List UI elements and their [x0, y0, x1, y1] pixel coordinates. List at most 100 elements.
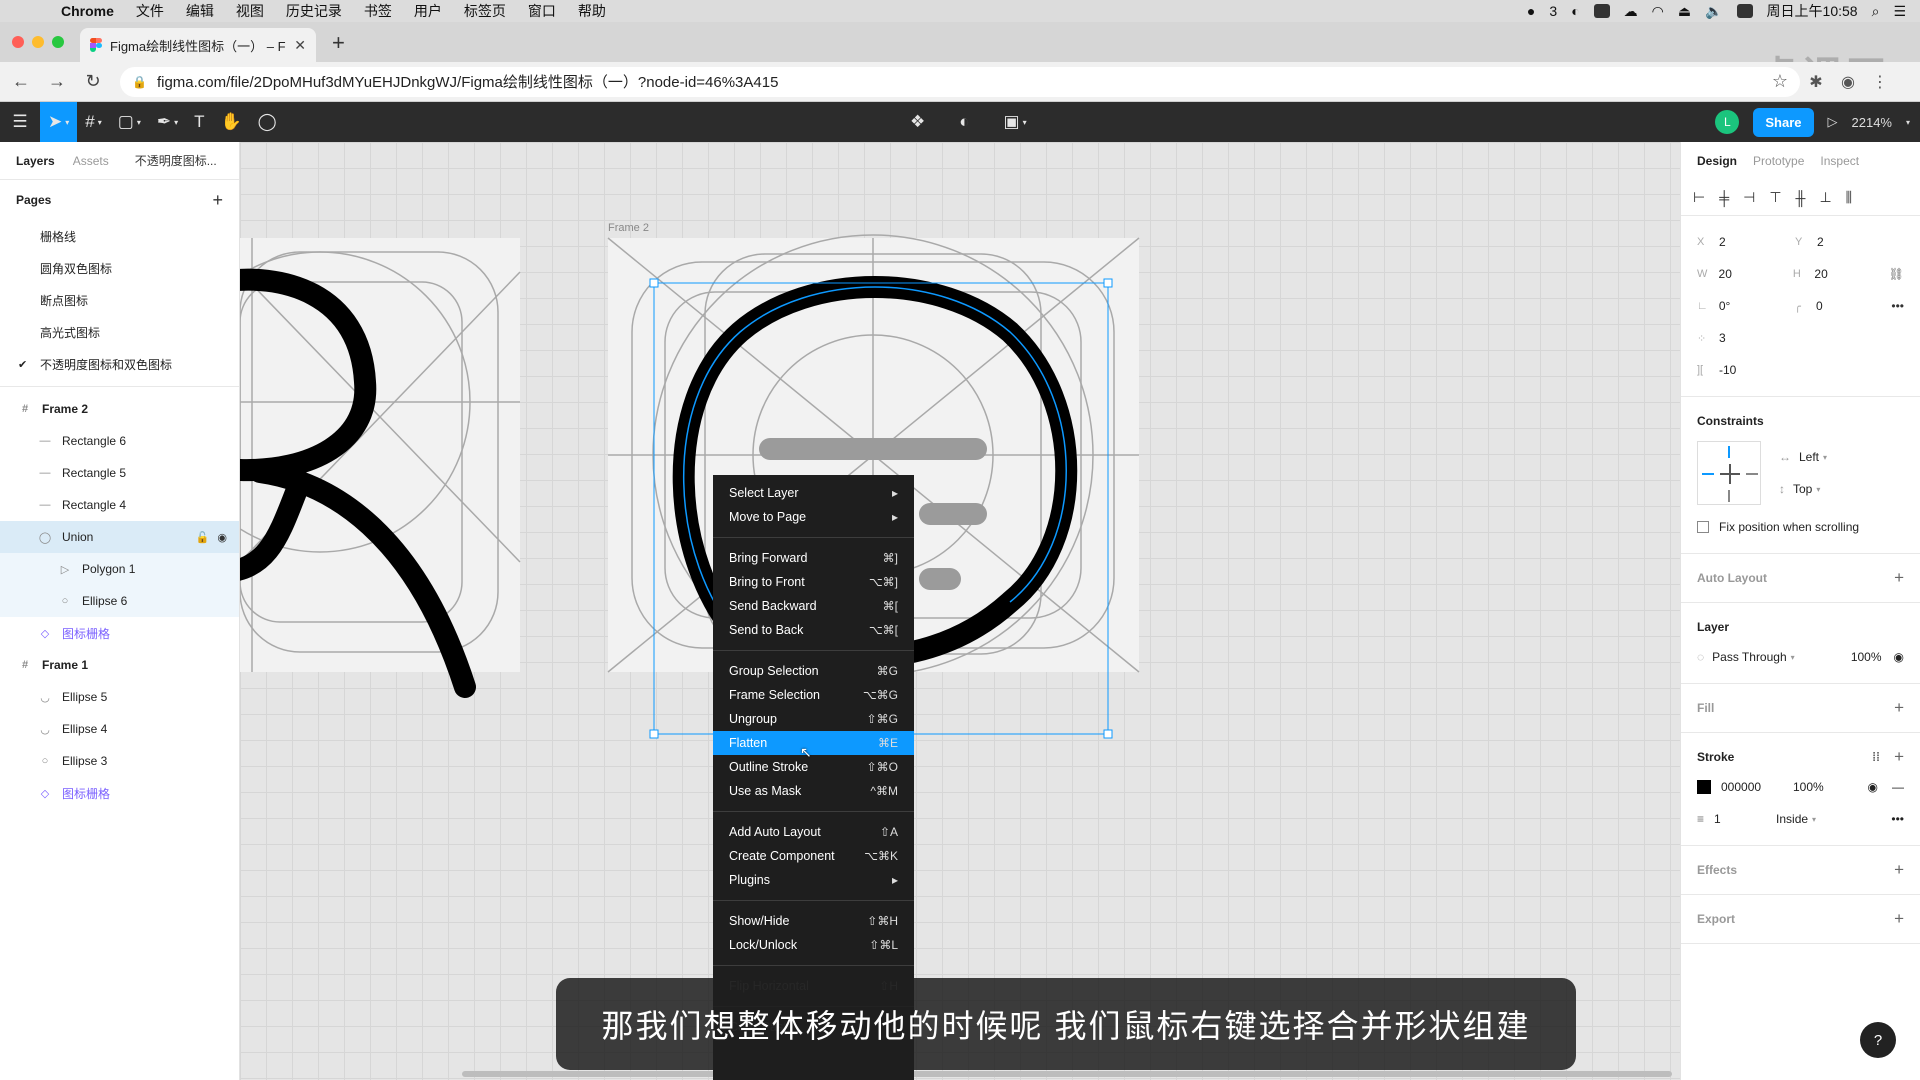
extensions-icon[interactable]: ✱: [1800, 72, 1832, 92]
component-icon[interactable]: ❖: [902, 102, 933, 142]
menu-item[interactable]: 标签页: [453, 1, 517, 21]
back-icon[interactable]: ←: [6, 71, 36, 92]
context-menu-item[interactable]: Select Layer ▸: [713, 481, 914, 505]
menu-item[interactable]: 编辑: [175, 1, 225, 21]
wifi-icon[interactable]: ◠: [1652, 3, 1664, 20]
layer-row[interactable]: ◡ Ellipse 4: [0, 713, 239, 745]
context-menu-item[interactable]: Bring to Front ⌥⌘]: [713, 570, 914, 594]
remove-stroke-icon[interactable]: —: [1892, 780, 1904, 794]
frame-tool[interactable]: # ▾: [77, 102, 109, 142]
add-stroke-icon[interactable]: +: [1894, 747, 1904, 767]
stroke-color-swatch[interactable]: [1697, 780, 1711, 794]
context-menu-item[interactable]: Frame Selection ⌥⌘G: [713, 683, 914, 707]
stroke-align-select[interactable]: Inside: [1776, 812, 1808, 826]
add-auto-layout-icon[interactable]: +: [1894, 568, 1904, 588]
unlock-icon[interactable]: 🔓: [196, 532, 210, 544]
constrain-proportions-icon[interactable]: ⛓: [1889, 267, 1904, 281]
menu-item[interactable]: 历史记录: [275, 1, 353, 21]
text-tool[interactable]: T: [186, 102, 212, 142]
shape-tool[interactable]: ▢ ▾: [110, 102, 149, 142]
page-item[interactable]: 栅格线: [0, 220, 239, 252]
layer-row[interactable]: ◯ Union 🔓 ◉: [0, 521, 239, 553]
context-menu-item[interactable]: Lock/Unlock ⇧⌘L: [713, 933, 914, 957]
clock[interactable]: 周日上午10:58: [1767, 1, 1858, 21]
layer-row[interactable]: ○ Ellipse 6: [0, 585, 239, 617]
chevron-down-icon[interactable]: ▾: [1812, 815, 1816, 824]
share-button[interactable]: Share: [1753, 107, 1814, 137]
kebab-menu-icon[interactable]: ⋮: [1864, 72, 1896, 92]
align-bottom-icon[interactable]: ⊥: [1819, 189, 1831, 206]
add-effect-icon[interactable]: +: [1894, 860, 1904, 880]
context-menu-item[interactable]: Move to Page ▸: [713, 505, 914, 529]
context-menu-item[interactable]: Flatten ⌘E: [713, 731, 914, 755]
chevron-down-icon[interactable]: ▾: [1791, 653, 1795, 662]
spacing-input[interactable]: -10: [1719, 363, 1795, 377]
layer-row[interactable]: ◇ 图标栅格: [0, 617, 239, 649]
chevron-down-icon[interactable]: ▾: [1816, 485, 1820, 494]
lock-icon[interactable]: 🔒: [132, 75, 147, 89]
more-icon[interactable]: •••: [1891, 812, 1904, 826]
input-method-icon[interactable]: [1736, 4, 1753, 18]
menu-item[interactable]: 文件: [125, 1, 175, 21]
main-menu-icon[interactable]: ☰: [0, 102, 40, 142]
cloud-icon[interactable]: ☁: [1624, 3, 1638, 20]
page-item[interactable]: 断点图标: [0, 284, 239, 316]
tab-design[interactable]: Design: [1697, 154, 1737, 168]
mask-icon[interactable]: ◐: [951, 102, 977, 142]
blend-mode-select[interactable]: Pass Through: [1712, 650, 1787, 664]
reload-icon[interactable]: ↻: [78, 71, 108, 92]
layer-row[interactable]: — Rectangle 5: [0, 457, 239, 489]
menu-item[interactable]: 视图: [225, 1, 275, 21]
present-icon[interactable]: ▷: [1828, 114, 1838, 130]
constraints-widget[interactable]: [1697, 441, 1761, 505]
corner-radius-input[interactable]: 0: [1816, 299, 1891, 313]
align-center-v-icon[interactable]: ╫: [1796, 190, 1806, 206]
record-icon[interactable]: ◐: [1571, 3, 1579, 19]
width-input[interactable]: 20: [1719, 267, 1793, 281]
align-left-icon[interactable]: ⊢: [1693, 189, 1705, 206]
stroke-opacity-input[interactable]: 100%: [1793, 780, 1824, 794]
context-menu-item[interactable]: Send Backward ⌘[: [713, 594, 914, 618]
add-export-icon[interactable]: +: [1894, 909, 1904, 929]
page-item[interactable]: 圆角双色图标: [0, 252, 239, 284]
context-menu-item[interactable]: Outline Stroke ⇧⌘O: [713, 755, 914, 779]
points-input[interactable]: 3: [1719, 331, 1795, 345]
layer-opacity-input[interactable]: 100%: [1851, 650, 1882, 664]
context-menu-item[interactable]: Bring Forward ⌘]: [713, 546, 914, 570]
help-button[interactable]: ?: [1860, 1022, 1896, 1058]
hand-tool[interactable]: ✋: [212, 102, 249, 142]
bookmark-star-icon[interactable]: ☆: [1772, 71, 1788, 92]
stroke-weight-input[interactable]: 1: [1714, 812, 1776, 826]
wechat-icon[interactable]: ●: [1527, 3, 1535, 19]
context-menu-item[interactable]: Create Component ⌥⌘K: [713, 844, 914, 868]
minimize-window-icon[interactable]: [32, 36, 44, 48]
address-bar[interactable]: 🔒 figma.com/file/2DpoMHuf3dMYuEHJDnkgWJ/…: [120, 66, 1800, 97]
context-menu-item[interactable]: Send to Back ⌥⌘[: [713, 618, 914, 642]
context-menu-item[interactable]: Plugins ▸: [713, 868, 914, 892]
tab-prototype[interactable]: Prototype: [1753, 154, 1804, 168]
context-menu-item[interactable]: Ungroup ⇧⌘G: [713, 707, 914, 731]
align-center-h-icon[interactable]: ╪: [1719, 190, 1729, 206]
eye-icon[interactable]: ◉: [1894, 650, 1904, 664]
distribute-icon[interactable]: ⫼: [1846, 189, 1852, 206]
layer-row[interactable]: ◇ 图标栅格: [0, 777, 239, 809]
page-item[interactable]: 高光式图标: [0, 316, 239, 348]
align-top-icon[interactable]: ⊤: [1769, 189, 1781, 206]
layer-row[interactable]: # Frame 1: [0, 649, 239, 681]
layer-row[interactable]: — Rectangle 6: [0, 425, 239, 457]
maximize-window-icon[interactable]: [52, 36, 64, 48]
browser-tab[interactable]: Figma绘制线性图标（一） – Fig ✕: [80, 28, 316, 62]
horizontal-scrollbar[interactable]: [462, 1071, 1672, 1077]
spotlight-icon[interactable]: ⌕: [1872, 3, 1880, 20]
screen-icon[interactable]: [1593, 4, 1610, 18]
tab-inspect[interactable]: Inspect: [1820, 154, 1859, 168]
forward-icon[interactable]: →: [42, 71, 72, 92]
menu-item[interactable]: 窗口: [517, 1, 567, 21]
canvas[interactable]: Frame 2: [240, 142, 1680, 1080]
context-menu-item[interactable]: Add Auto Layout ⇧A: [713, 820, 914, 844]
context-menu-item[interactable]: Use as Mask ^⌘M: [713, 779, 914, 803]
menu-item[interactable]: 帮助: [567, 1, 617, 21]
fix-position-checkbox[interactable]: [1697, 521, 1709, 533]
layer-row[interactable]: ◡ Ellipse 5: [0, 681, 239, 713]
profile-icon[interactable]: ◉: [1832, 72, 1864, 92]
